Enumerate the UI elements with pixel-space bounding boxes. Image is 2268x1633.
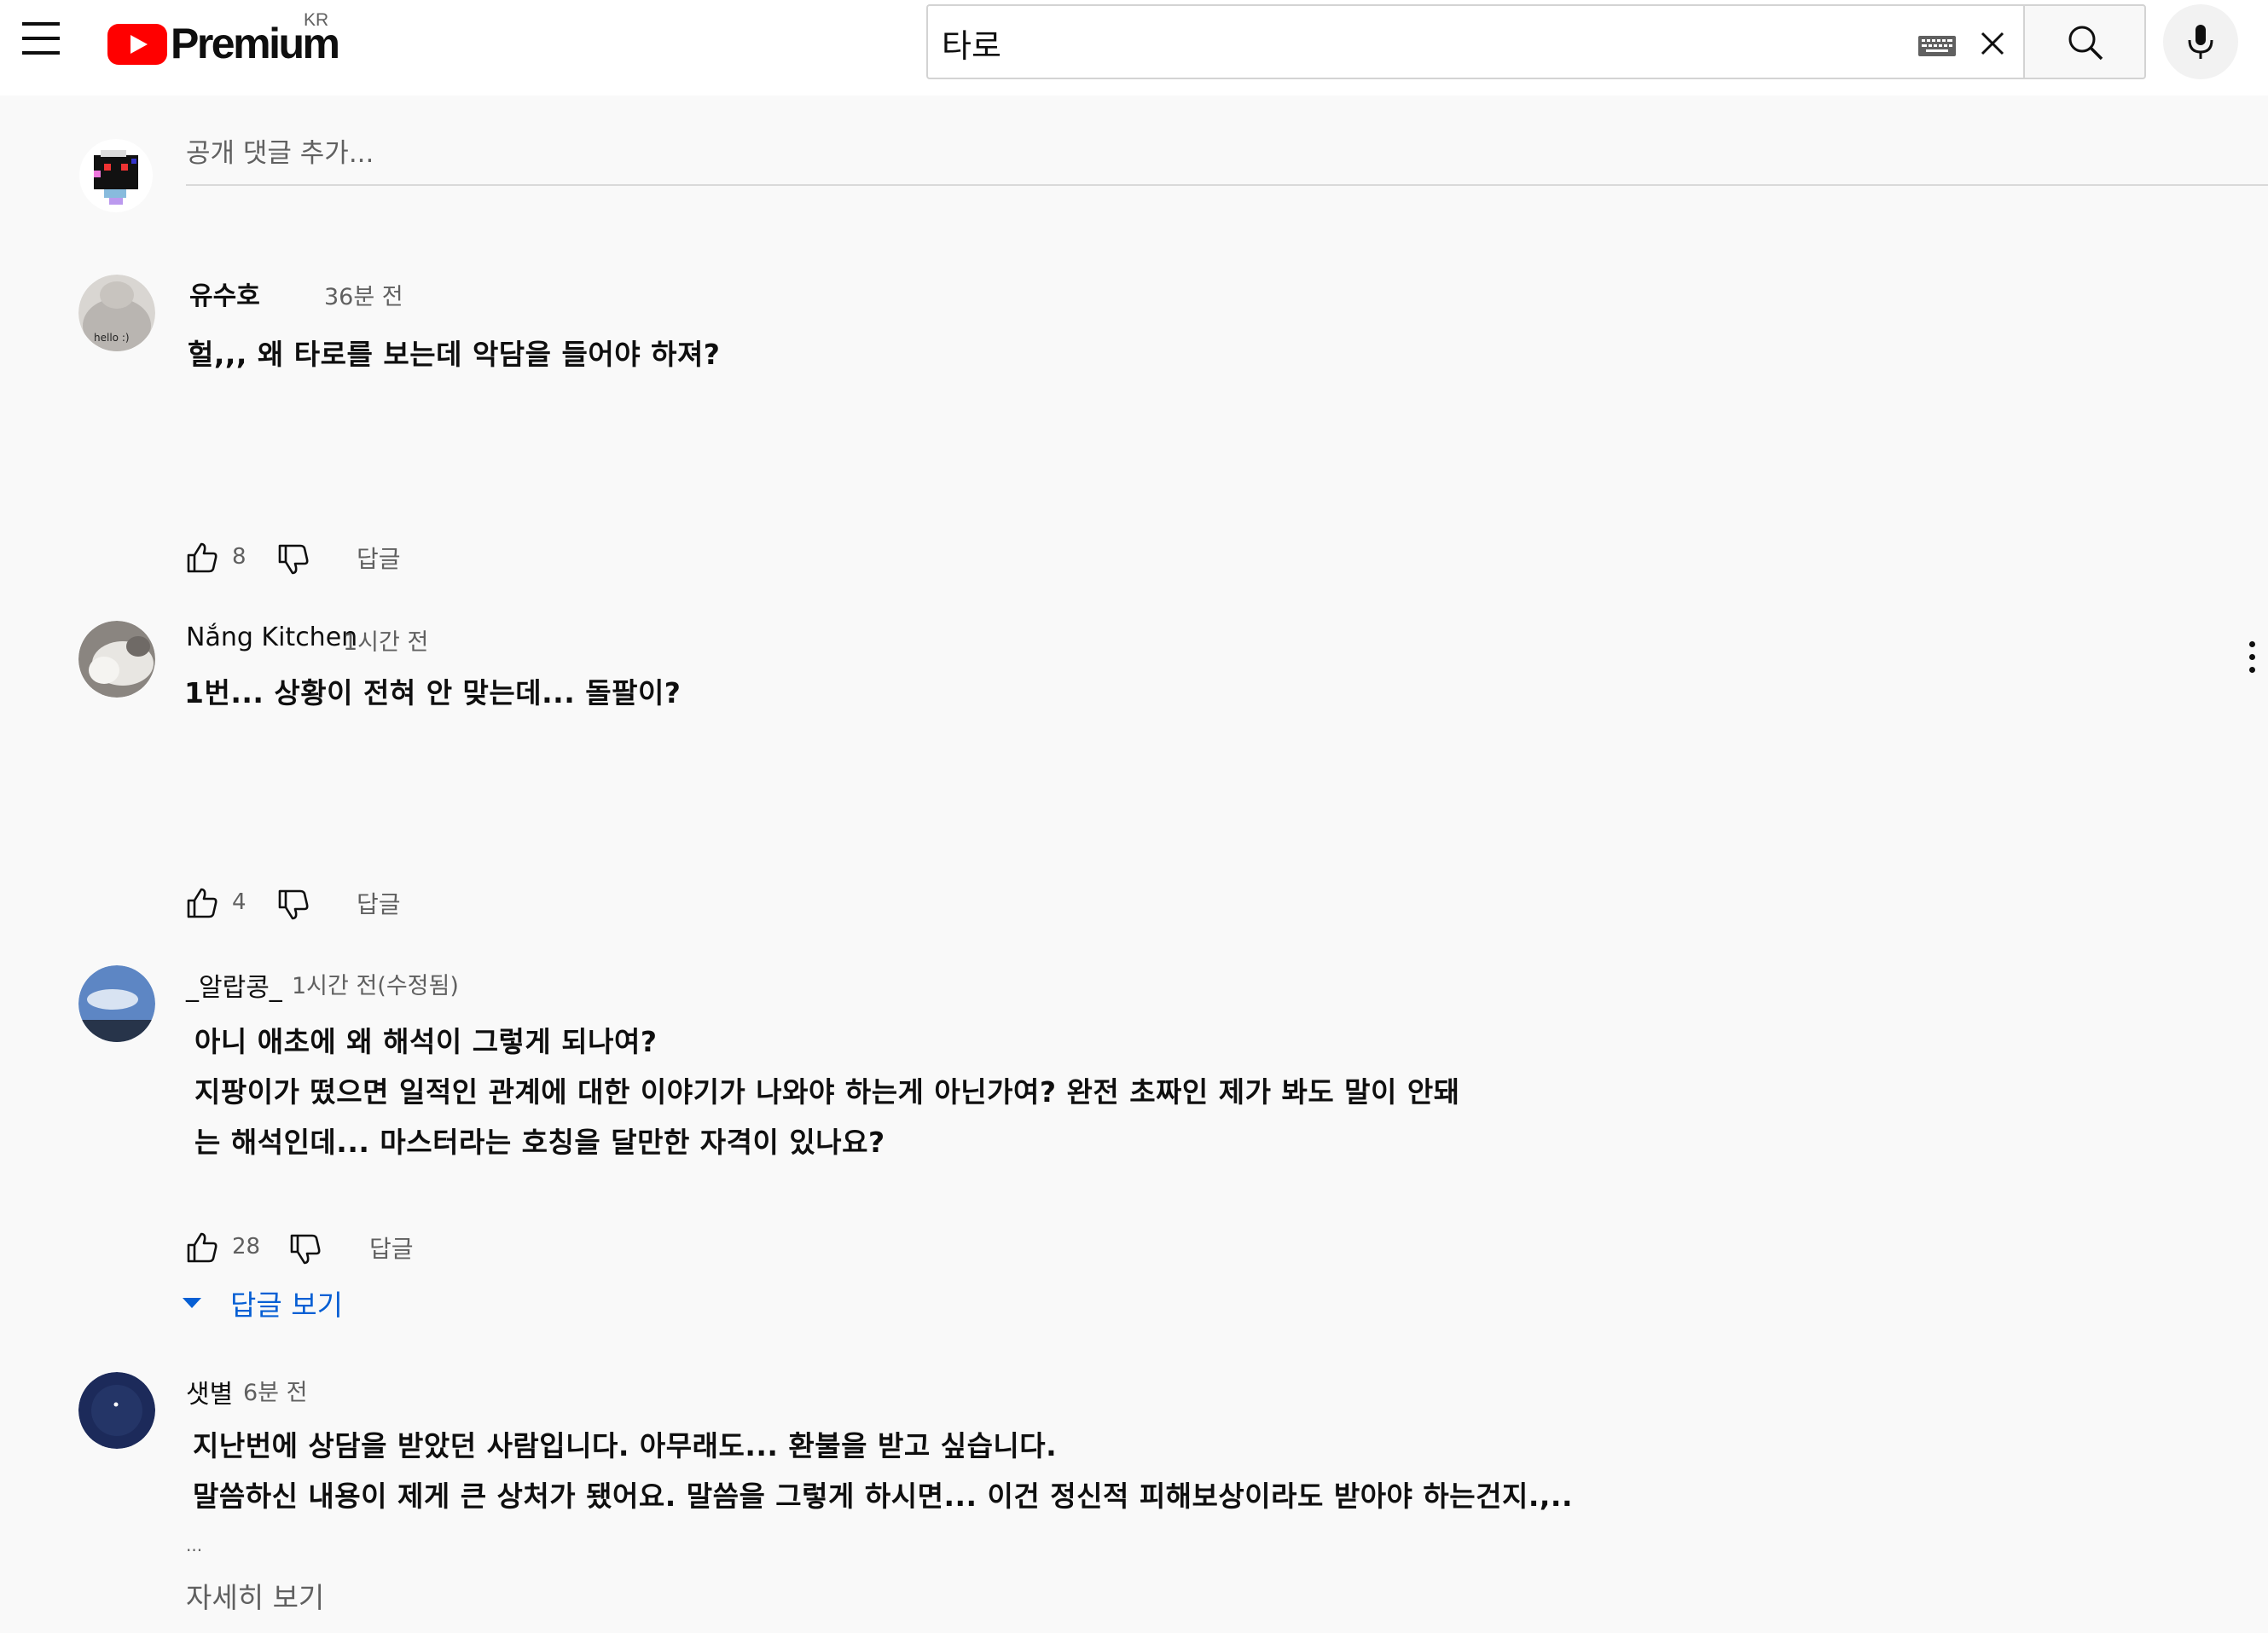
my-avatar: [79, 139, 153, 212]
comment-author[interactable]: 유수호: [189, 275, 260, 312]
comment-text-line: 는 해석인데... 마스터라는 호칭을 달만한 자격이 있나요?: [194, 1126, 885, 1159]
reply-button[interactable]: 답글: [357, 886, 401, 920]
like-count: 4: [232, 889, 247, 915]
reply-button[interactable]: 답글: [369, 1231, 414, 1265]
comment-author[interactable]: _알랍콩_: [186, 966, 282, 1004]
comment-time[interactable]: 36분 전: [324, 278, 403, 311]
menu-icon[interactable]: [19, 22, 63, 63]
voice-search-button[interactable]: [2163, 4, 2238, 79]
like-icon[interactable]: [185, 886, 219, 920]
comment-author[interactable]: Nắng Kitchen: [186, 623, 357, 652]
country-code: KR: [304, 10, 329, 30]
comment-time[interactable]: 1시간 전: [343, 623, 428, 657]
add-comment-input[interactable]: 공개 댓글 추가...: [186, 130, 2268, 186]
comment-time[interactable]: 6분 전: [243, 1374, 307, 1407]
like-count: 28: [232, 1234, 261, 1259]
comment-text-line: 말씀하신 내용이 제게 큰 상처가 됐어요. 말씀을 그렇게 하시면... 이건…: [193, 1480, 1573, 1513]
comment-text: 1번... 상황이 전혀 안 맞는데... 돌팔이?: [184, 676, 682, 709]
microphone-icon: [2188, 25, 2213, 59]
search-button[interactable]: [2023, 4, 2146, 79]
like-count: 8: [232, 544, 247, 570]
comment-text-line: 지팡이가 떴으면 일적인 관계에 대한 이야기가 나와야 하는게 아닌가여? 완…: [194, 1075, 1460, 1109]
keyboard-icon[interactable]: [1917, 35, 1957, 57]
comment-text-ellipsis: ...: [186, 1535, 203, 1555]
like-icon[interactable]: [185, 541, 219, 575]
comment-time[interactable]: 1시간 전(수정됨): [292, 967, 459, 1000]
masthead: Premium KR: [0, 0, 2268, 96]
comment-avatar[interactable]: [78, 1372, 155, 1449]
like-icon[interactable]: [185, 1231, 219, 1265]
dislike-icon[interactable]: [276, 542, 310, 576]
view-replies-label: 답글 보기: [230, 1288, 343, 1322]
comment-text-line: 아니 애초에 왜 해석이 그렇게 되나여?: [194, 1025, 658, 1058]
search-input[interactable]: [940, 14, 1882, 71]
more-options-icon[interactable]: [2243, 641, 2260, 684]
reply-button[interactable]: 답글: [357, 541, 401, 575]
search-box: [926, 4, 2023, 79]
dislike-icon[interactable]: [276, 888, 310, 922]
clear-icon[interactable]: [1975, 26, 2010, 61]
comment-text-line: 지난번에 상담을 받았던 사람입니다. 아무래도... 환불을 받고 싶습니다.: [193, 1429, 1058, 1462]
youtube-play-icon: [107, 24, 167, 65]
comment-text: 헐,,, 왜 타로를 보는데 악담을 들어야 하져?: [188, 338, 721, 371]
comment-avatar[interactable]: [78, 621, 155, 698]
comment-avatar[interactable]: [78, 965, 155, 1042]
svg-text:hello :): hello :): [94, 332, 130, 344]
search-icon: [2068, 26, 2103, 61]
comment-author[interactable]: 샛별: [186, 1373, 233, 1410]
comment-avatar[interactable]: hello :): [78, 275, 155, 351]
dislike-icon[interactable]: [288, 1232, 322, 1266]
show-more-button[interactable]: 자세히 보기: [186, 1575, 324, 1616]
chevron-down-icon: [183, 1298, 201, 1308]
